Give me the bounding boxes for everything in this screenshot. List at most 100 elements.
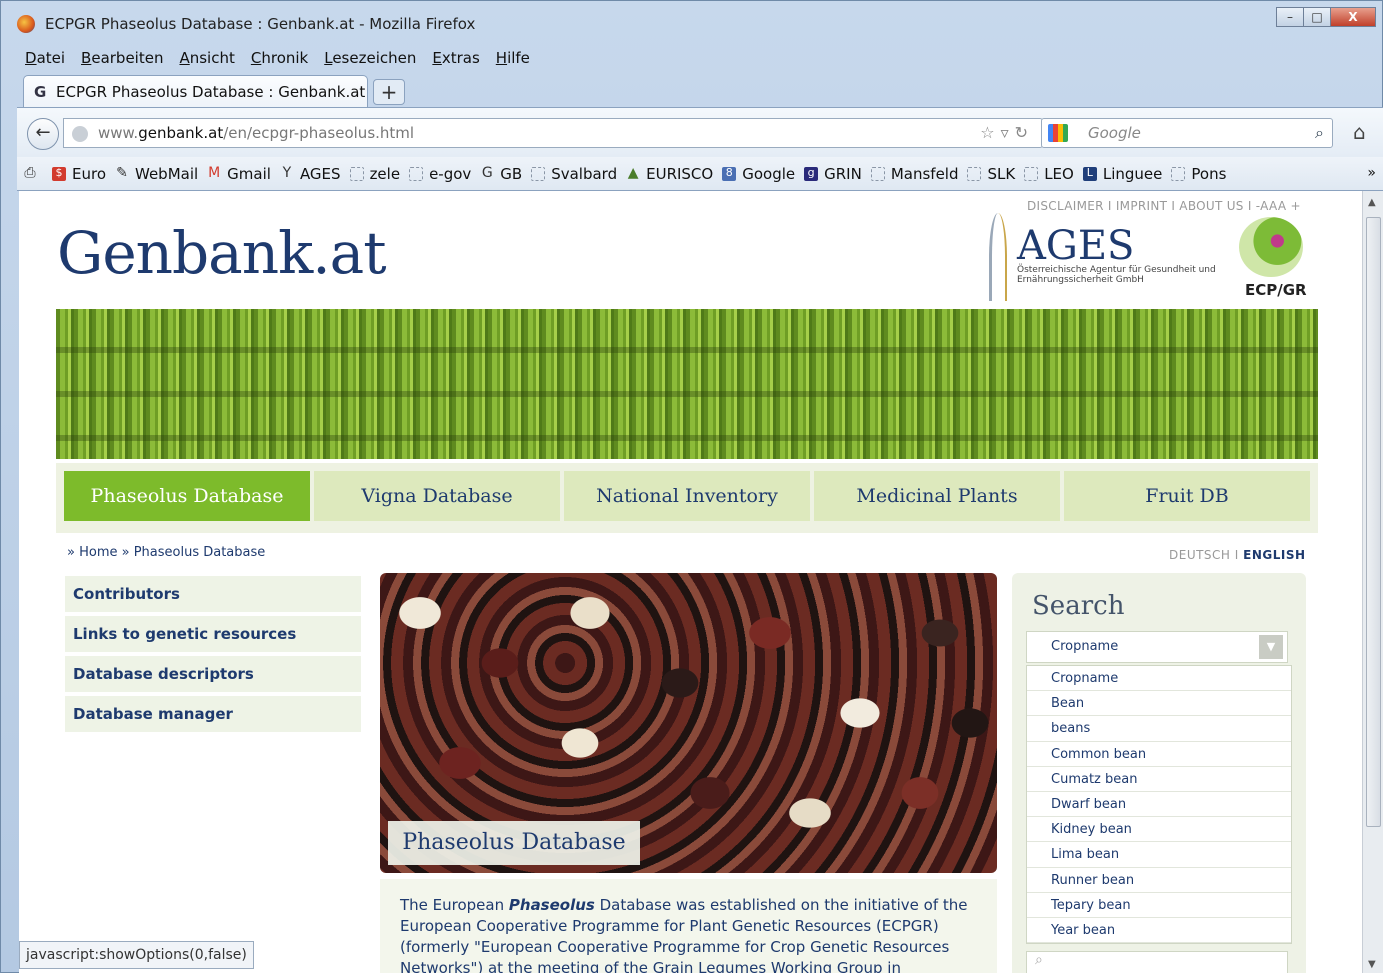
menu-hilfe[interactable]: Hilfe: [488, 45, 538, 72]
url-path: /en/ecpgr-phaseolus.html: [223, 124, 415, 142]
top-links[interactable]: DISCLAIMER I IMPRINT I ABOUT US I -AAA +: [1027, 199, 1301, 213]
bookmark-star-icon[interactable]: ☆: [980, 123, 1000, 142]
url-prefix: www.: [98, 124, 139, 142]
ages-plant-icon: [989, 213, 1007, 301]
bookmark-zele[interactable]: zele: [349, 165, 400, 183]
window-title: ECPGR Phaseolus Database : Genbank.at - …: [45, 15, 476, 33]
header-banner-image: [56, 309, 1318, 459]
option-beans[interactable]: beans: [1027, 716, 1291, 742]
option-kidney-bean[interactable]: Kidney bean: [1027, 817, 1291, 843]
main-navigation: Phaseolus Database Vigna Database Nation…: [56, 463, 1318, 533]
menu-extras[interactable]: Extras: [424, 45, 487, 72]
search-icon[interactable]: ⌕: [1315, 119, 1324, 147]
genbank-logo[interactable]: Genbank.at: [57, 219, 387, 287]
cropname-select[interactable]: Cropname ▼: [1026, 631, 1288, 663]
dropdown-arrow-icon[interactable]: ▿: [1001, 123, 1015, 142]
option-dwarf-bean[interactable]: Dwarf bean: [1027, 792, 1291, 818]
genbank-favicon-icon: G: [34, 83, 47, 101]
scroll-down-icon[interactable]: ▼: [1368, 959, 1376, 970]
menu-datei[interactable]: Datei: [17, 45, 73, 72]
tab-title: ECPGR Phaseolus Database : Genbank.at: [56, 83, 366, 101]
chevron-down-icon[interactable]: ▼: [1259, 635, 1283, 659]
status-bar: javascript:showOptions(0,false): [19, 941, 254, 969]
chevron-right-icon[interactable]: »: [1367, 165, 1376, 181]
nav-vigna-database[interactable]: Vigna Database: [314, 471, 560, 521]
bookmark-gb[interactable]: G GB: [480, 165, 522, 183]
language-switch: DEUTSCH I ENGLISH: [1169, 548, 1306, 562]
bookmark-grin[interactable]: g GRIN: [804, 165, 862, 183]
globe-icon: [72, 126, 88, 142]
nav-phaseolus-database[interactable]: Phaseolus Database: [64, 471, 310, 521]
search-input[interactable]: ⌕: [1026, 951, 1288, 973]
lang-deutsch[interactable]: DEUTSCH: [1169, 548, 1230, 562]
bookmark-eurisco[interactable]: ▲ EURISCO: [626, 165, 714, 183]
option-lima-bean[interactable]: Lima bean: [1027, 842, 1291, 868]
reload-icon[interactable]: ↻: [1015, 123, 1034, 142]
home-icon[interactable]: ⌂: [1353, 120, 1366, 144]
menu-ansicht[interactable]: Ansicht: [171, 45, 242, 72]
option-tepary-bean[interactable]: Tepary bean: [1027, 893, 1291, 918]
new-tab-button[interactable]: +: [373, 79, 405, 105]
web-search-placeholder: Google: [1088, 124, 1141, 142]
nav-medicinal-plants[interactable]: Medicinal Plants: [814, 471, 1060, 521]
bookmark-mansfeld[interactable]: Mansfeld: [870, 165, 958, 183]
page-viewport: DISCLAIMER I IMPRINT I ABOUT US I -AAA +…: [19, 191, 1362, 973]
bookmark-svalbard[interactable]: Svalbard: [531, 165, 617, 183]
option-common-bean[interactable]: Common bean: [1027, 742, 1291, 767]
ages-logo[interactable]: AGES Österreichische Agentur für Gesundh…: [979, 213, 1216, 303]
bookmark-google[interactable]: 8 Google: [722, 165, 795, 183]
search-icon: ⌕: [1035, 952, 1043, 968]
nav-national-inventory[interactable]: National Inventory: [564, 471, 810, 521]
bookmark-slk[interactable]: SLK: [967, 165, 1015, 183]
bookmark-leo[interactable]: LEO: [1024, 165, 1074, 183]
browser-window: ECPGR Phaseolus Database : Genbank.at - …: [0, 0, 1383, 973]
bookmark-pons[interactable]: Pons: [1171, 165, 1226, 183]
option-bean[interactable]: Bean: [1027, 691, 1291, 717]
option-runner-bean[interactable]: Runner bean: [1027, 868, 1291, 893]
scroll-up-icon[interactable]: ▲: [1368, 197, 1376, 208]
bookmark-gmail[interactable]: M Gmail: [207, 165, 271, 183]
bookmark-e-gov[interactable]: e-gov: [409, 165, 471, 183]
bookmarks-toolbar: ⎙ $ Euro ✎ WebMail M Gmail Y AGES zele e-gov…: [17, 157, 1383, 191]
sidebar-item-descriptors[interactable]: Database descriptors: [65, 656, 361, 692]
lang-english[interactable]: ENGLISH: [1243, 548, 1305, 562]
tab-strip: G ECPGR Phaseolus Database : Genbank.at …: [17, 75, 1383, 108]
web-search-field[interactable]: Google ⌕: [1041, 118, 1333, 148]
menu-chronik[interactable]: Chronik: [243, 45, 316, 72]
url-bar[interactable]: www.genbank.at/en/ecpgr-phaseolus.html ☆…: [63, 118, 1043, 148]
close-button[interactable]: X: [1330, 7, 1376, 27]
sidebar-item-manager[interactable]: Database manager: [65, 696, 361, 732]
bookmark-ages[interactable]: Y AGES: [280, 165, 341, 183]
sidebar-item-contributors[interactable]: Contributors: [65, 576, 361, 612]
url-domain: genbank.at: [138, 124, 224, 142]
hero-caption: Phaseolus Database: [388, 821, 640, 865]
breadcrumb[interactable]: » Home » Phaseolus Database: [67, 545, 265, 560]
back-button[interactable]: ←: [27, 118, 59, 150]
menu-bearbeiten[interactable]: Bearbeiten: [73, 45, 171, 72]
nav-fruit-db[interactable]: Fruit DB: [1064, 471, 1310, 521]
option-cropname[interactable]: Cropname: [1027, 666, 1291, 692]
beans-hero-image: Phaseolus Database: [380, 573, 997, 873]
print-icon[interactable]: ⎙: [23, 166, 43, 181]
minimize-button[interactable]: –: [1276, 7, 1304, 27]
sidebar-item-links[interactable]: Links to genetic resources: [65, 616, 361, 652]
scrollbar-thumb[interactable]: [1366, 217, 1381, 827]
option-cumatz-bean[interactable]: Cumatz bean: [1027, 767, 1291, 792]
vertical-scrollbar[interactable]: ▲ ▼: [1362, 191, 1383, 973]
tab-active[interactable]: G ECPGR Phaseolus Database : Genbank.at: [23, 75, 368, 108]
menu-lesezeichen[interactable]: Lesezeichen: [316, 45, 424, 72]
search-panel: Search Cropname ▼ Cropname Bean beans Co…: [1012, 573, 1306, 973]
maximize-button[interactable]: □: [1303, 7, 1331, 27]
bookmark-webmail[interactable]: ✎ WebMail: [115, 165, 198, 183]
option-year-bean[interactable]: Year bean: [1027, 918, 1291, 944]
bookmark-euro[interactable]: $ Euro: [52, 165, 106, 183]
firefox-icon: [17, 15, 35, 33]
sidebar: Contributors Links to genetic resources …: [65, 576, 361, 736]
bookmark-linguee[interactable]: L Linguee: [1082, 165, 1162, 183]
title-bar: ECPGR Phaseolus Database : Genbank.at - …: [1, 1, 1383, 45]
intro-text: The European Phaseolus Database was esta…: [380, 879, 997, 973]
navigation-toolbar: ← www.genbank.at/en/ecpgr-phaseolus.html…: [17, 107, 1383, 157]
search-title: Search: [1032, 591, 1125, 621]
cropname-options-list: Cropname Bean beans Common bean Cumatz b…: [1026, 665, 1292, 945]
ecpgr-logo[interactable]: ECP/GR: [1219, 217, 1309, 301]
